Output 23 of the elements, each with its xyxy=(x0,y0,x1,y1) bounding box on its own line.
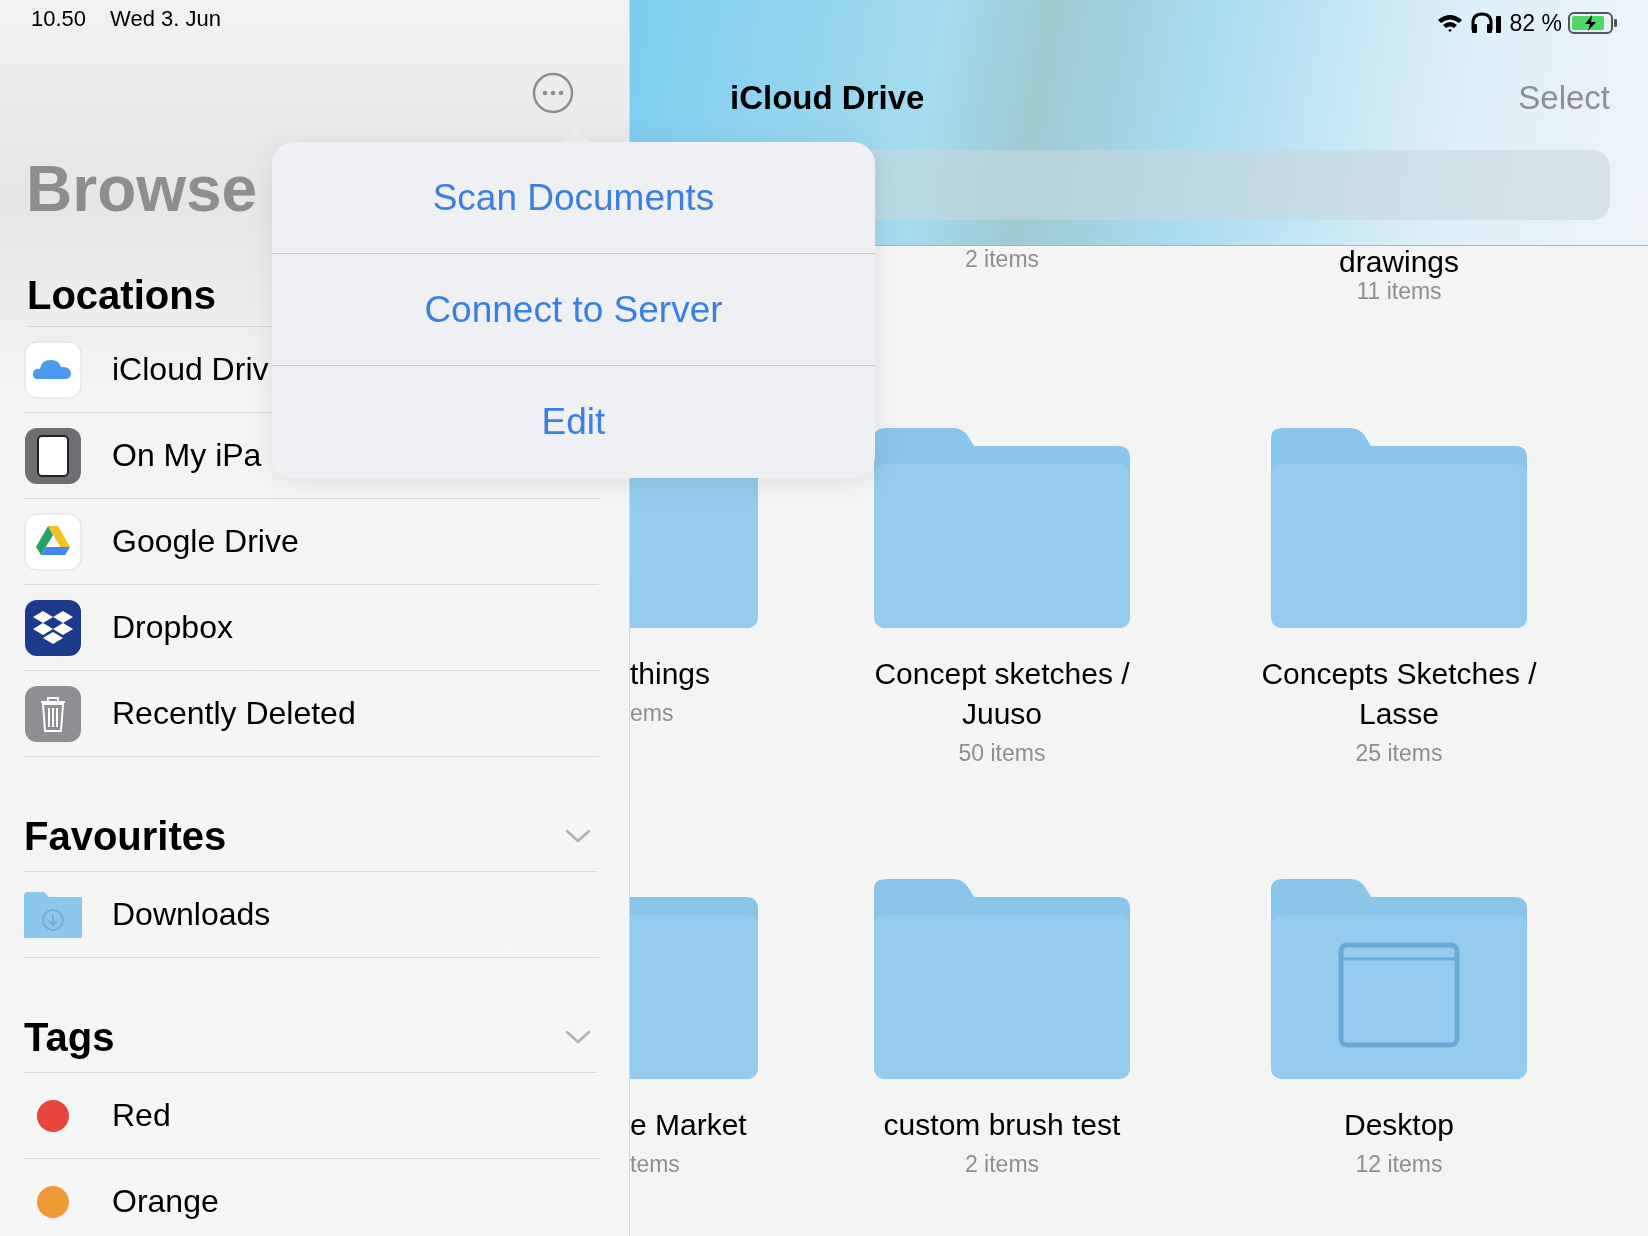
sidebar-title: Browse xyxy=(26,152,258,226)
item-count: tems xyxy=(630,1151,680,1178)
folder-name: Concepts Sketches / Lasse xyxy=(1260,656,1538,732)
item-count: 11 items xyxy=(1356,278,1442,305)
item-count: 50 items xyxy=(958,740,1046,767)
battery-percent: 82 % xyxy=(1509,9,1562,37)
item-count: 12 items xyxy=(1355,1151,1443,1178)
item-count: 2 items xyxy=(964,1151,1040,1178)
window-title: iCloud Drive xyxy=(730,79,925,117)
section-heading: Tags xyxy=(24,1014,115,1060)
folder-name: drawings xyxy=(1338,246,1460,278)
item-count: 25 items xyxy=(1355,740,1443,767)
folder-name: custom brush test xyxy=(883,1107,1121,1143)
folder-name: e Market xyxy=(630,1107,747,1143)
status-time: 10.50 xyxy=(31,6,87,32)
section-heading: Favourites xyxy=(24,813,227,859)
folder-name: Desktop xyxy=(1343,1107,1455,1143)
folder-name: things xyxy=(630,656,711,692)
status-date: Wed 3. Jun xyxy=(110,6,221,32)
item-count: ems xyxy=(630,700,674,727)
folder-name: Concept sketches / Juuso xyxy=(873,656,1131,732)
section-heading: Locations xyxy=(27,272,216,318)
item-count: 2 items xyxy=(964,246,1040,273)
